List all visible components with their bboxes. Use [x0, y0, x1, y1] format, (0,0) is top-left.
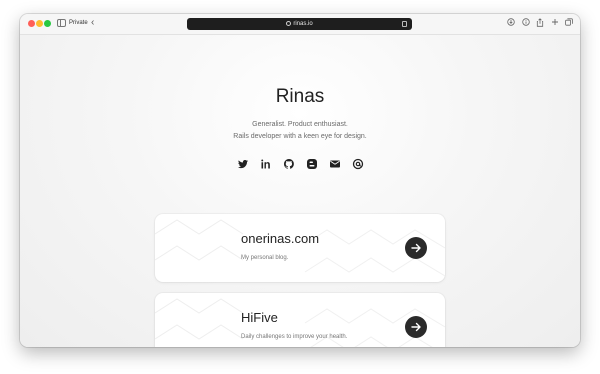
reader-icon[interactable] — [402, 21, 407, 27]
profile-name: Rinas — [275, 86, 325, 107]
card-background-pattern — [155, 219, 445, 277]
info-icon[interactable] — [522, 18, 530, 29]
close-window-button[interactable] — [28, 20, 35, 27]
link-card-onerinas[interactable]: onerinas.com My personal blog. — [155, 214, 445, 282]
minimize-window-button[interactable] — [36, 20, 43, 27]
sidebar-toggle-icon[interactable] — [57, 19, 66, 27]
globe-icon — [286, 21, 292, 26]
back-button[interactable]: ‹ — [91, 17, 94, 29]
arrow-right-button[interactable] — [405, 316, 427, 338]
private-label: Private — [69, 20, 88, 26]
share-icon[interactable] — [536, 18, 544, 30]
new-tab-icon[interactable] — [551, 18, 559, 29]
github-icon[interactable] — [283, 157, 295, 169]
tagline-line-2: Rails developer with a keen eye for desi… — [233, 133, 367, 140]
card-title: onerinas.com — [241, 231, 320, 246]
zoom-window-button[interactable] — [44, 20, 51, 27]
threads-icon[interactable] — [352, 157, 364, 170]
tab-overview-icon[interactable] — [565, 18, 573, 29]
link-card-hifive[interactable]: HiFive Daily challenges to improve your … — [155, 293, 445, 347]
linkedin-icon[interactable] — [260, 157, 272, 169]
browser-toolbar: Private ‹ rinas.io — [20, 14, 580, 35]
arrow-right-icon — [411, 243, 421, 253]
blogger-icon[interactable] — [306, 157, 318, 169]
arrow-right-icon — [411, 322, 421, 332]
download-icon[interactable] — [507, 18, 515, 29]
tagline-line-1: Generalist. Product enthusiast. — [252, 121, 348, 128]
address-bar[interactable]: rinas.io — [187, 18, 412, 30]
card-title: HiFive — [241, 310, 278, 325]
page-content: Rinas Generalist. Product enthusiast. Ra… — [20, 35, 580, 347]
card-description: Daily challenges to improve your health. — [241, 334, 348, 340]
url-text: rinas.io — [293, 21, 313, 27]
twitter-icon[interactable] — [237, 157, 249, 169]
card-description: My personal blog. — [241, 255, 289, 261]
arrow-right-button[interactable] — [405, 237, 427, 259]
browser-window: Private ‹ rinas.io Rinas Generalist. Pro… — [20, 14, 580, 347]
email-icon[interactable] — [329, 157, 341, 169]
